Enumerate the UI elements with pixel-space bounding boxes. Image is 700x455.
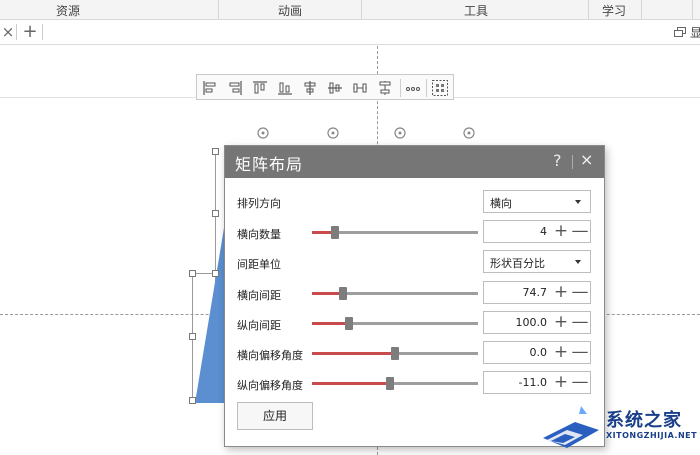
distribute-horizontal-icon[interactable] (351, 79, 369, 97)
align-bottom-icon[interactable] (276, 79, 294, 97)
horizontal-spacing-value[interactable]: 74.7 (484, 286, 548, 299)
horizontal-count-stepper[interactable]: 4 + — (483, 220, 591, 243)
more-icon[interactable] (404, 79, 422, 97)
vertical-spacing-label: 纵向间距 (237, 319, 281, 332)
resize-handle[interactable] (189, 397, 196, 404)
add-tab-icon[interactable]: + (22, 21, 38, 42)
menu-divider (588, 0, 589, 20)
horizontal-offset-angle-slider[interactable] (312, 347, 478, 360)
plus-icon[interactable]: + (552, 282, 570, 303)
apply-button[interactable]: 应用 (237, 402, 313, 430)
slider-fill (312, 382, 388, 385)
menu-bar: 资源 动画 工具 学习 (0, 0, 700, 20)
plus-icon[interactable]: + (552, 312, 570, 333)
rotate-handle-icon[interactable] (393, 126, 407, 140)
vertical-offset-angle-value[interactable]: -11.0 (484, 376, 547, 389)
slider-thumb[interactable] (345, 317, 353, 330)
matrix-layout-icon[interactable] (431, 79, 449, 97)
vertical-offset-angle-slider[interactable] (312, 377, 478, 390)
resize-handle[interactable] (212, 210, 219, 217)
vertical-spacing-stepper[interactable]: 100.0 + — (483, 311, 591, 334)
horizontal-count-value[interactable]: 4 (484, 225, 547, 238)
resize-handle[interactable] (212, 148, 219, 155)
watermark-title: 系统之家 (606, 410, 682, 431)
resize-handle[interactable] (189, 270, 196, 277)
horizontal-spacing-label: 横向间距 (237, 289, 281, 302)
align-toolbar (196, 74, 454, 100)
direction-select[interactable]: 横向 (483, 190, 591, 213)
help-icon[interactable]: ? (553, 151, 562, 170)
toolbar-divider (426, 79, 427, 97)
resize-handle[interactable] (189, 333, 196, 340)
slider-fill (312, 231, 333, 234)
align-top-icon[interactable] (251, 79, 269, 97)
direction-select-value: 横向 (490, 197, 512, 210)
watermark-subtitle: XITONGZHIJIA.NET (606, 431, 698, 440)
dialog-titlebar[interactable]: 矩阵布局 ? × (225, 146, 604, 178)
plus-icon[interactable]: + (552, 372, 570, 393)
horizontal-offset-angle-stepper[interactable]: 0.0 + — (483, 341, 591, 364)
slider-fill (312, 292, 341, 295)
slider-fill (312, 352, 393, 355)
minus-icon[interactable]: — (571, 312, 589, 333)
titlebar-divider (572, 155, 573, 169)
truncated-label: 显 (690, 26, 700, 40)
plus-icon[interactable]: + (552, 342, 570, 363)
minus-icon[interactable]: — (571, 221, 589, 242)
vertical-spacing-slider[interactable] (312, 317, 478, 330)
align-right-icon[interactable] (226, 79, 244, 97)
horizontal-count-slider[interactable] (312, 226, 478, 239)
dialog-title: 矩阵布局 (235, 155, 304, 174)
minus-icon[interactable]: — (571, 372, 589, 393)
menu-divider (218, 0, 219, 20)
align-center-horizontal-icon[interactable] (301, 79, 319, 97)
tab-divider (16, 24, 17, 40)
menu-item-learn[interactable]: 学习 (602, 2, 626, 19)
align-middle-vertical-icon[interactable] (326, 79, 344, 97)
vertical-offset-angle-stepper[interactable]: -11.0 + — (483, 371, 591, 394)
horizontal-spacing-stepper[interactable]: 74.7 + — (483, 281, 591, 304)
close-icon[interactable]: × (580, 150, 593, 169)
horizontal-offset-angle-label: 横向偏移角度 (237, 349, 303, 362)
menu-divider (361, 0, 362, 20)
chevron-down-icon (575, 200, 581, 204)
minus-icon[interactable]: — (571, 282, 589, 303)
menu-item-animation[interactable]: 动画 (278, 2, 302, 19)
slider-thumb[interactable] (339, 287, 347, 300)
menu-divider (641, 0, 642, 20)
direction-label: 排列方向 (237, 197, 281, 210)
distribute-vertical-icon[interactable] (376, 79, 394, 97)
minus-icon[interactable]: — (571, 342, 589, 363)
align-left-icon[interactable] (201, 79, 219, 97)
toolbar-divider (400, 79, 401, 97)
menu-item-resources[interactable]: 资源 (56, 2, 80, 19)
spacing-unit-label: 间距单位 (237, 258, 281, 271)
tab-divider (42, 24, 43, 40)
vertical-spacing-value[interactable]: 100.0 (484, 316, 548, 329)
slider-thumb[interactable] (331, 226, 339, 239)
horizontal-spacing-slider[interactable] (312, 287, 478, 300)
menu-item-tools[interactable]: 工具 (464, 2, 488, 19)
slider-thumb[interactable] (386, 377, 394, 390)
app-window: 资源 动画 工具 学习 × + 显 矩阵布局 ? × 排列方向 横向 横向数量 … (0, 0, 700, 455)
close-tab-icon[interactable]: × (1, 23, 15, 41)
chevron-down-icon (575, 260, 581, 264)
rotate-handle-icon[interactable] (256, 126, 270, 140)
horizontal-offset-angle-value[interactable]: 0.0 (484, 346, 548, 359)
spacing-unit-select-value: 形状百分比 (490, 257, 545, 270)
rotate-handle-icon[interactable] (326, 126, 340, 140)
spacing-unit-select[interactable]: 形状百分比 (483, 250, 591, 273)
slider-fill (312, 322, 347, 325)
restore-window-icon[interactable] (674, 27, 686, 37)
rotate-handle-icon[interactable] (462, 126, 476, 140)
plus-icon[interactable]: + (552, 221, 570, 242)
vertical-offset-angle-label: 纵向偏移角度 (237, 379, 303, 392)
horizontal-count-label: 横向数量 (237, 228, 281, 241)
slider-thumb[interactable] (391, 347, 399, 360)
menu-divider (692, 0, 693, 20)
document-tab-strip: × + 显 (0, 20, 700, 45)
resize-handle[interactable] (212, 270, 219, 277)
